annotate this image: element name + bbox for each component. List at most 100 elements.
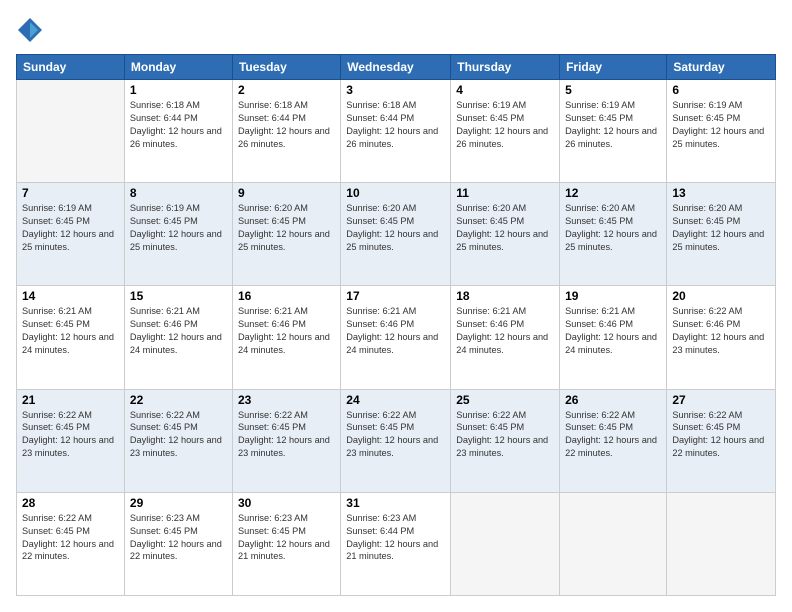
day-number: 9 <box>238 186 335 200</box>
day-info: Sunrise: 6:21 AMSunset: 6:46 PMDaylight:… <box>238 305 335 357</box>
day-number: 12 <box>565 186 661 200</box>
day-info: Sunrise: 6:20 AMSunset: 6:45 PMDaylight:… <box>456 202 554 254</box>
calendar-cell: 12Sunrise: 6:20 AMSunset: 6:45 PMDayligh… <box>560 183 667 286</box>
day-info: Sunrise: 6:19 AMSunset: 6:45 PMDaylight:… <box>22 202 119 254</box>
day-info: Sunrise: 6:18 AMSunset: 6:44 PMDaylight:… <box>346 99 445 151</box>
calendar-cell <box>17 80 125 183</box>
day-info: Sunrise: 6:22 AMSunset: 6:45 PMDaylight:… <box>456 409 554 461</box>
day-info: Sunrise: 6:23 AMSunset: 6:44 PMDaylight:… <box>346 512 445 564</box>
week-row-1: 1 Sunrise: 6:18 AMSunset: 6:44 PMDaylight… <box>17 80 776 183</box>
day-number: 19 <box>565 289 661 303</box>
col-header-friday: Friday <box>560 55 667 80</box>
day-number: 18 <box>456 289 554 303</box>
col-header-wednesday: Wednesday <box>341 55 451 80</box>
day-number: 1 <box>130 83 227 97</box>
calendar-header-row: SundayMondayTuesdayWednesdayThursdayFrid… <box>17 55 776 80</box>
day-info: Sunrise: 6:20 AMSunset: 6:45 PMDaylight:… <box>238 202 335 254</box>
day-number: 30 <box>238 496 335 510</box>
calendar-cell: 11 Sunrise: 6:20 AMSunset: 6:45 PMDayligh… <box>451 183 560 286</box>
day-info: Sunrise: 6:22 AMSunset: 6:45 PMDaylight:… <box>672 409 770 461</box>
day-info: Sunrise: 6:22 AMSunset: 6:45 PMDaylight:… <box>346 409 445 461</box>
day-info: Sunrise: 6:22 AMSunset: 6:45 PMDaylight:… <box>130 409 227 461</box>
day-info: Sunrise: 6:20 AMSunset: 6:45 PMDaylight:… <box>672 202 770 254</box>
week-row-5: 28 Sunrise: 6:22 AMSunset: 6:45 PMDayligh… <box>17 492 776 595</box>
calendar-table: SundayMondayTuesdayWednesdayThursdayFrid… <box>16 54 776 596</box>
calendar-cell: 20 Sunrise: 6:22 AMSunset: 6:46 PMDayligh… <box>667 286 776 389</box>
day-number: 20 <box>672 289 770 303</box>
day-number: 6 <box>672 83 770 97</box>
day-number: 10 <box>346 186 445 200</box>
day-number: 3 <box>346 83 445 97</box>
calendar-cell <box>451 492 560 595</box>
day-number: 22 <box>130 393 227 407</box>
day-number: 24 <box>346 393 445 407</box>
day-number: 21 <box>22 393 119 407</box>
day-number: 5 <box>565 83 661 97</box>
day-info: Sunrise: 6:19 AMSunset: 6:45 PMDaylight:… <box>456 99 554 151</box>
calendar-cell: 25 Sunrise: 6:22 AMSunset: 6:45 PMDayligh… <box>451 389 560 492</box>
calendar-cell: 23Sunrise: 6:22 AMSunset: 6:45 PMDayligh… <box>232 389 340 492</box>
day-info: Sunrise: 6:18 AMSunset: 6:44 PMDaylight:… <box>238 99 335 151</box>
day-info: Sunrise: 6:22 AMSunset: 6:45 PMDaylight:… <box>238 409 335 461</box>
calendar-cell: 26 Sunrise: 6:22 AMSunset: 6:45 PMDayligh… <box>560 389 667 492</box>
day-number: 16 <box>238 289 335 303</box>
day-info: Sunrise: 6:23 AMSunset: 6:45 PMDaylight:… <box>130 512 227 564</box>
day-number: 27 <box>672 393 770 407</box>
calendar-cell: 4Sunrise: 6:19 AMSunset: 6:45 PMDaylight… <box>451 80 560 183</box>
calendar-cell: 7 Sunrise: 6:19 AMSunset: 6:45 PMDaylight… <box>17 183 125 286</box>
calendar-cell: 6 Sunrise: 6:19 AMSunset: 6:45 PMDaylight… <box>667 80 776 183</box>
calendar-cell: 24 Sunrise: 6:22 AMSunset: 6:45 PMDayligh… <box>341 389 451 492</box>
calendar-cell: 2 Sunrise: 6:18 AMSunset: 6:44 PMDaylight… <box>232 80 340 183</box>
calendar-cell: 21Sunrise: 6:22 AMSunset: 6:45 PMDayligh… <box>17 389 125 492</box>
day-info: Sunrise: 6:18 AMSunset: 6:44 PMDaylight:… <box>130 99 227 151</box>
page: SundayMondayTuesdayWednesdayThursdayFrid… <box>0 0 792 612</box>
calendar-cell: 17 Sunrise: 6:21 AMSunset: 6:46 PMDayligh… <box>341 286 451 389</box>
col-header-monday: Monday <box>124 55 232 80</box>
day-number: 7 <box>22 186 119 200</box>
calendar-cell: 29Sunrise: 6:23 AMSunset: 6:45 PMDayligh… <box>124 492 232 595</box>
day-info: Sunrise: 6:22 AMSunset: 6:46 PMDaylight:… <box>672 305 770 357</box>
day-info: Sunrise: 6:22 AMSunset: 6:45 PMDaylight:… <box>22 512 119 564</box>
header <box>16 16 776 44</box>
day-info: Sunrise: 6:19 AMSunset: 6:45 PMDaylight:… <box>672 99 770 151</box>
day-number: 2 <box>238 83 335 97</box>
calendar-cell: 28 Sunrise: 6:22 AMSunset: 6:45 PMDayligh… <box>17 492 125 595</box>
day-info: Sunrise: 6:21 AMSunset: 6:46 PMDaylight:… <box>346 305 445 357</box>
week-row-2: 7 Sunrise: 6:19 AMSunset: 6:45 PMDaylight… <box>17 183 776 286</box>
calendar-cell: 14 Sunrise: 6:21 AMSunset: 6:45 PMDayligh… <box>17 286 125 389</box>
col-header-thursday: Thursday <box>451 55 560 80</box>
day-number: 14 <box>22 289 119 303</box>
day-info: Sunrise: 6:21 AMSunset: 6:46 PMDaylight:… <box>565 305 661 357</box>
logo-icon <box>16 16 44 44</box>
calendar-cell: 15Sunrise: 6:21 AMSunset: 6:46 PMDayligh… <box>124 286 232 389</box>
day-number: 17 <box>346 289 445 303</box>
col-header-saturday: Saturday <box>667 55 776 80</box>
day-number: 26 <box>565 393 661 407</box>
day-number: 11 <box>456 186 554 200</box>
day-info: Sunrise: 6:19 AMSunset: 6:45 PMDaylight:… <box>565 99 661 151</box>
week-row-3: 14 Sunrise: 6:21 AMSunset: 6:45 PMDayligh… <box>17 286 776 389</box>
day-info: Sunrise: 6:21 AMSunset: 6:45 PMDaylight:… <box>22 305 119 357</box>
calendar-cell: 10 Sunrise: 6:20 AMSunset: 6:45 PMDayligh… <box>341 183 451 286</box>
week-row-4: 21 Sunrise: 6:22 AMSunset: 6:45 PMDayligh… <box>17 389 776 492</box>
day-number: 28 <box>22 496 119 510</box>
calendar-cell: 1 Sunrise: 6:18 AMSunset: 6:44 PMDaylight… <box>124 80 232 183</box>
calendar-cell: 22 Sunrise: 6:22 AMSunset: 6:45 PMDayligh… <box>124 389 232 492</box>
day-number: 31 <box>346 496 445 510</box>
calendar-cell <box>560 492 667 595</box>
day-info: Sunrise: 6:19 AMSunset: 6:45 PMDaylight:… <box>130 202 227 254</box>
day-number: 25 <box>456 393 554 407</box>
col-header-tuesday: Tuesday <box>232 55 340 80</box>
calendar-cell: 19 Sunrise: 6:21 AMSunset: 6:46 PMDayligh… <box>560 286 667 389</box>
calendar-cell: 9 Sunrise: 6:20 AMSunset: 6:45 PMDaylight… <box>232 183 340 286</box>
calendar-cell: 5 Sunrise: 6:19 AMSunset: 6:45 PMDaylight… <box>560 80 667 183</box>
day-number: 15 <box>130 289 227 303</box>
calendar-cell: 30 Sunrise: 6:23 AMSunset: 6:45 PMDayligh… <box>232 492 340 595</box>
calendar-cell: 13 Sunrise: 6:20 AMSunset: 6:45 PMDayligh… <box>667 183 776 286</box>
day-info: Sunrise: 6:23 AMSunset: 6:45 PMDaylight:… <box>238 512 335 564</box>
day-number: 13 <box>672 186 770 200</box>
calendar-cell: 8Sunrise: 6:19 AMSunset: 6:45 PMDaylight… <box>124 183 232 286</box>
day-info: Sunrise: 6:20 AMSunset: 6:45 PMDaylight:… <box>346 202 445 254</box>
calendar-cell: 27 Sunrise: 6:22 AMSunset: 6:45 PMDayligh… <box>667 389 776 492</box>
day-info: Sunrise: 6:22 AMSunset: 6:45 PMDaylight:… <box>565 409 661 461</box>
